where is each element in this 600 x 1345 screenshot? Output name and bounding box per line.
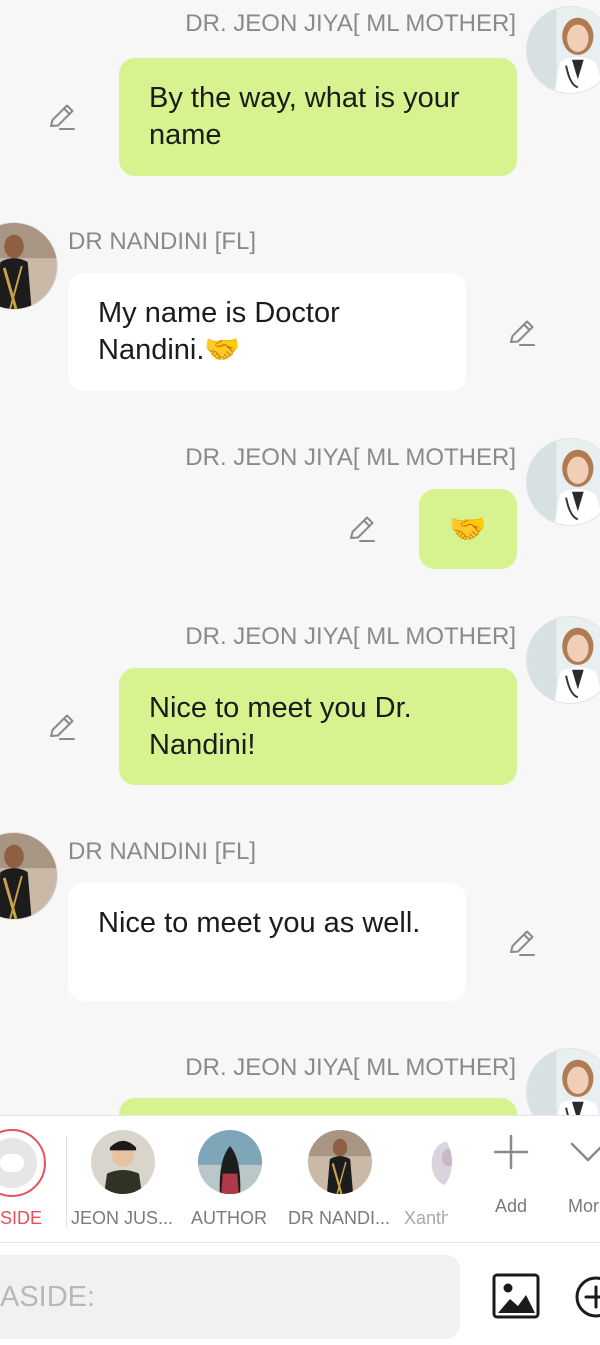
add-label: Add xyxy=(494,1196,528,1216)
sender-name: DR. JEON JIYA[ ML MOTHER] xyxy=(185,1054,516,1081)
aside-button[interactable] xyxy=(0,1129,46,1197)
avatar xyxy=(91,1130,155,1194)
avatar[interactable] xyxy=(526,6,600,94)
character-bar: SIDE JEON JUS... AUTHOR DR NANDI... Xant… xyxy=(0,1115,600,1243)
message-bubble[interactable]: By the way, what is your name xyxy=(119,58,517,176)
pencil-edit-icon[interactable] xyxy=(46,710,78,742)
chat-area[interactable]: DR. JEON JIYA[ ML MOTHER] By the way, wh… xyxy=(0,0,600,1115)
avatar[interactable] xyxy=(526,1048,600,1115)
character-label: DR NANDI... xyxy=(287,1208,390,1228)
character-label: Xanth xyxy=(404,1208,448,1228)
pencil-edit-icon[interactable] xyxy=(346,512,378,544)
sender-name: DR. JEON JIYA[ ML MOTHER] xyxy=(185,10,516,37)
character-nandini[interactable]: DR NANDI... xyxy=(284,1116,394,1244)
sender-name: DR NANDINI [FL] xyxy=(68,838,257,865)
image-icon[interactable] xyxy=(492,1273,540,1319)
message-bubble[interactable] xyxy=(119,1098,517,1115)
message-bubble[interactable]: Nice to meet you as well. xyxy=(68,883,466,1001)
message-bubble[interactable]: Nice to meet you Dr. Nandini! xyxy=(119,668,517,785)
avatar[interactable] xyxy=(526,616,600,704)
pencil-edit-icon[interactable] xyxy=(46,100,78,132)
message-bubble[interactable]: My name is Doctor Nandini.🤝 xyxy=(68,273,466,391)
avatar[interactable] xyxy=(0,832,58,920)
aside-label: SIDE xyxy=(0,1208,43,1228)
chevron-down-icon xyxy=(570,1142,600,1162)
pencil-edit-icon[interactable] xyxy=(506,316,538,348)
plus-icon xyxy=(493,1134,529,1170)
sender-name: DR. JEON JIYA[ ML MOTHER] xyxy=(185,444,516,471)
avatar xyxy=(404,1130,452,1194)
avatar xyxy=(308,1130,372,1194)
character-xanth[interactable]: Xanth xyxy=(384,1116,454,1244)
message-bubble[interactable]: 🤝 xyxy=(419,489,517,569)
sender-name: DR NANDINI [FL] xyxy=(68,228,257,255)
character-jeon[interactable]: JEON JUS... xyxy=(67,1116,177,1244)
character-label: JEON JUS... xyxy=(70,1208,173,1228)
chat-bubble-icon xyxy=(0,1138,37,1188)
avatar[interactable] xyxy=(526,438,600,526)
input-bar xyxy=(0,1243,600,1345)
avatar[interactable] xyxy=(0,222,58,310)
more-button[interactable]: Mor xyxy=(560,1116,600,1244)
add-character-button[interactable]: Add xyxy=(484,1116,538,1244)
message-input[interactable] xyxy=(0,1255,460,1339)
avatar xyxy=(198,1130,262,1194)
plus-circle-icon[interactable] xyxy=(574,1275,600,1319)
character-author[interactable]: AUTHOR xyxy=(174,1116,284,1244)
character-label: AUTHOR xyxy=(191,1208,267,1228)
pencil-edit-icon[interactable] xyxy=(506,926,538,958)
more-label: Mor xyxy=(568,1196,599,1216)
sender-name: DR. JEON JIYA[ ML MOTHER] xyxy=(185,623,516,650)
